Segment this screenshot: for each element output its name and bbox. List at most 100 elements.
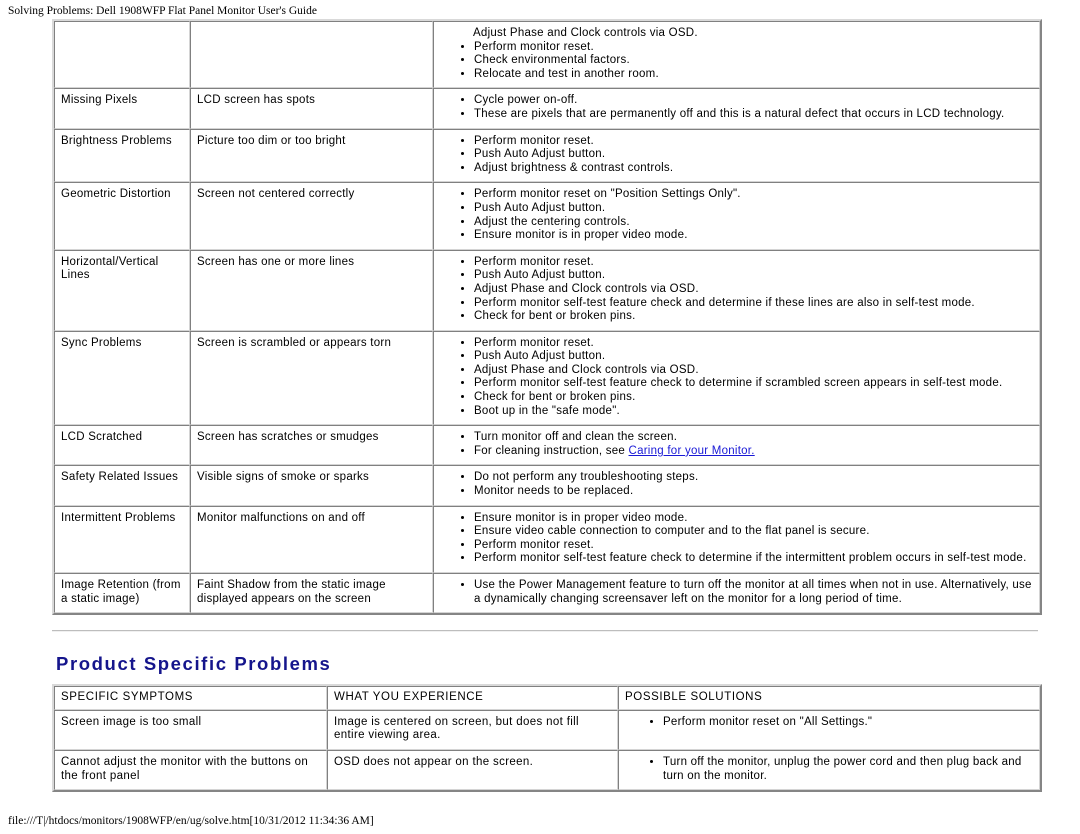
solution-item: Adjust Phase and Clock controls via OSD. [474,364,1033,378]
solution-item: Perform monitor reset. [474,41,1033,55]
solution-item: Do not perform any troubleshooting steps… [474,471,1033,485]
solutions-cell: Do not perform any troubleshooting steps… [433,465,1040,506]
caring-for-your-monitor-link[interactable]: Caring for your Monitor. [629,445,755,457]
symptom-cell [54,21,190,89]
table-row: Safety Related Issues Visible signs of sm… [54,465,1040,506]
experience-cell: Visible signs of smoke or sparks [190,465,433,506]
solution-item: For cleaning instruction, see Caring for… [474,445,1033,459]
solutions-list: Perform monitor reset.Push Auto Adjust b… [440,337,1033,419]
solution-item: Perform monitor reset. [474,256,1033,270]
solution-item: Cycle power on-off. [474,94,1033,108]
symptom-cell: Safety Related Issues [54,465,190,506]
solutions-column-header: POSSIBLE SOLUTIONS [618,686,1040,710]
solution-item: Check environmental factors. [474,54,1033,68]
solution-item: Perform monitor reset on "All Settings." [663,716,1033,730]
solutions-list: Perform monitor reset on "All Settings." [619,716,1033,730]
solution-item: Ensure video cable connection to compute… [474,525,1033,539]
symptom-cell: Screen image is too small [54,709,327,750]
table-row: LCD Scratched Screen has scratches or smu… [54,425,1040,466]
solutions-list: Perform monitor reset.Push Auto Adjust b… [440,135,1033,176]
table-header-row: SPECIFIC SYMPTOMS WHAT YOU EXPERIENCE POSS… [54,686,1040,710]
solutions-cell: Perform monitor reset.Push Auto Adjust b… [433,249,1040,331]
solutions-cell: Turn off the monitor, unplug the power c… [618,749,1040,791]
product-specific-problems-table: SPECIFIC SYMPTOMS WHAT YOU EXPERIENCE POSS… [52,684,1042,793]
solutions-cell: Perform monitor reset on "All Settings." [618,709,1040,750]
solutions-list: Adjust Phase and Clock controls via OSD.… [440,27,1033,81]
solution-item: Turn monitor off and clean the screen. [474,431,1033,445]
solution-item: Push Auto Adjust button. [474,350,1033,364]
symptom-cell: Cannot adjust the monitor with the butto… [54,749,327,791]
experience-cell: Picture too dim or too bright [190,128,433,183]
solutions-list: Perform monitor reset on "Position Setti… [440,188,1033,242]
experience-cell: Faint Shadow from the static image displ… [190,573,433,614]
solution-item: Push Auto Adjust button. [474,269,1033,283]
solution-item: Push Auto Adjust button. [474,148,1033,162]
symptom-cell: LCD Scratched [54,425,190,466]
symptom-cell: Brightness Problems [54,128,190,183]
solution-item: Perform monitor self-test feature check … [474,552,1033,566]
monitor-problems-tbody: Adjust Phase and Clock controls via OSD.… [54,21,1040,614]
solution-item: Boot up in the "safe mode". [474,405,1033,419]
symptom-cell: Intermittent Problems [54,505,190,573]
table-row: Screen image is too small Image is center… [54,709,1040,750]
solution-item: Turn off the monitor, unplug the power c… [663,756,1033,783]
document-content: Adjust Phase and Clock controls via OSD.… [52,19,1042,793]
experience-cell [190,21,433,89]
table-row: Horizontal/Vertical Lines Screen has one … [54,249,1040,331]
experience-cell: Screen has one or more lines [190,249,433,331]
experience-cell: Screen has scratches or smudges [190,425,433,466]
table-row: Cannot adjust the monitor with the butto… [54,749,1040,791]
experience-cell: Screen not centered correctly [190,182,433,250]
symptoms-column-header: SPECIFIC SYMPTOMS [54,686,327,710]
symptom-cell: Horizontal/Vertical Lines [54,249,190,331]
solutions-cell: Adjust Phase and Clock controls via OSD.… [433,21,1040,89]
solutions-cell: Perform monitor reset.Push Auto Adjust b… [433,330,1040,426]
solution-item: Adjust Phase and Clock controls via OSD. [474,283,1033,297]
table-row: Brightness Problems Picture too dim or to… [54,128,1040,183]
table-row: Intermittent Problems Monitor malfunction… [54,505,1040,573]
solutions-list: Do not perform any troubleshooting steps… [440,471,1033,498]
solutions-list: Perform monitor reset.Push Auto Adjust b… [440,256,1033,324]
experience-cell: LCD screen has spots [190,88,433,129]
solutions-list: Ensure monitor is in proper video mode.E… [440,512,1033,566]
experience-cell: Image is centered on screen, but does no… [327,709,618,750]
symptom-cell: Image Retention (from a static image) [54,573,190,614]
solution-item: Perform monitor reset. [474,539,1033,553]
solution-item: These are pixels that are permanently of… [474,108,1033,122]
solution-item: Ensure monitor is in proper video mode. [474,229,1033,243]
symptom-cell: Geometric Distortion [54,182,190,250]
solutions-cell: Turn monitor off and clean the screen.Fo… [433,425,1040,466]
page-header-title: Solving Problems: Dell 1908WFP Flat Pane… [8,5,317,17]
solutions-cell: Cycle power on-off.These are pixels that… [433,88,1040,129]
solution-item: Perform monitor reset. [474,135,1033,149]
experience-cell: OSD does not appear on the screen. [327,749,618,791]
solutions-list: Cycle power on-off.These are pixels that… [440,94,1033,121]
solution-item: Perform monitor reset on "Position Setti… [474,188,1033,202]
solution-item: Ensure monitor is in proper video mode. [474,512,1033,526]
table-row: Sync Problems Screen is scrambled or appe… [54,330,1040,426]
experience-cell: Screen is scrambled or appears torn [190,330,433,426]
solution-item: Check for bent or broken pins. [474,391,1033,405]
solution-item: Perform monitor self-test feature check … [474,297,1033,311]
solution-item: Check for bent or broken pins. [474,310,1033,324]
solutions-cell: Perform monitor reset.Push Auto Adjust b… [433,128,1040,183]
solution-item: Use the Power Management feature to turn… [474,579,1033,606]
solutions-cell: Use the Power Management feature to turn… [433,573,1040,614]
solutions-cell: Perform monitor reset on "Position Setti… [433,182,1040,250]
solutions-cell: Ensure monitor is in proper video mode.E… [433,505,1040,573]
solution-item: Relocate and test in another room. [474,68,1033,82]
solution-item: Perform monitor reset. [474,337,1033,351]
solutions-list: Use the Power Management feature to turn… [440,579,1033,606]
experience-column-header: WHAT YOU EXPERIENCE [327,686,618,710]
experience-cell: Monitor malfunctions on and off [190,505,433,573]
section-divider [52,630,1038,633]
solution-item: Adjust the centering controls. [474,216,1033,230]
solution-item: Adjust Phase and Clock controls via OSD. [473,27,698,39]
solutions-list: Turn monitor off and clean the screen.Fo… [440,431,1033,458]
solution-item: Push Auto Adjust button. [474,202,1033,216]
monitor-problems-table: Adjust Phase and Clock controls via OSD.… [52,19,1042,616]
symptom-cell: Sync Problems [54,330,190,426]
table-row: Image Retention (from a static image) Fai… [54,573,1040,614]
table-row: Missing PixelsLCD screen has spots Cycle … [54,88,1040,129]
table-row: Adjust Phase and Clock controls via OSD.… [54,21,1040,89]
